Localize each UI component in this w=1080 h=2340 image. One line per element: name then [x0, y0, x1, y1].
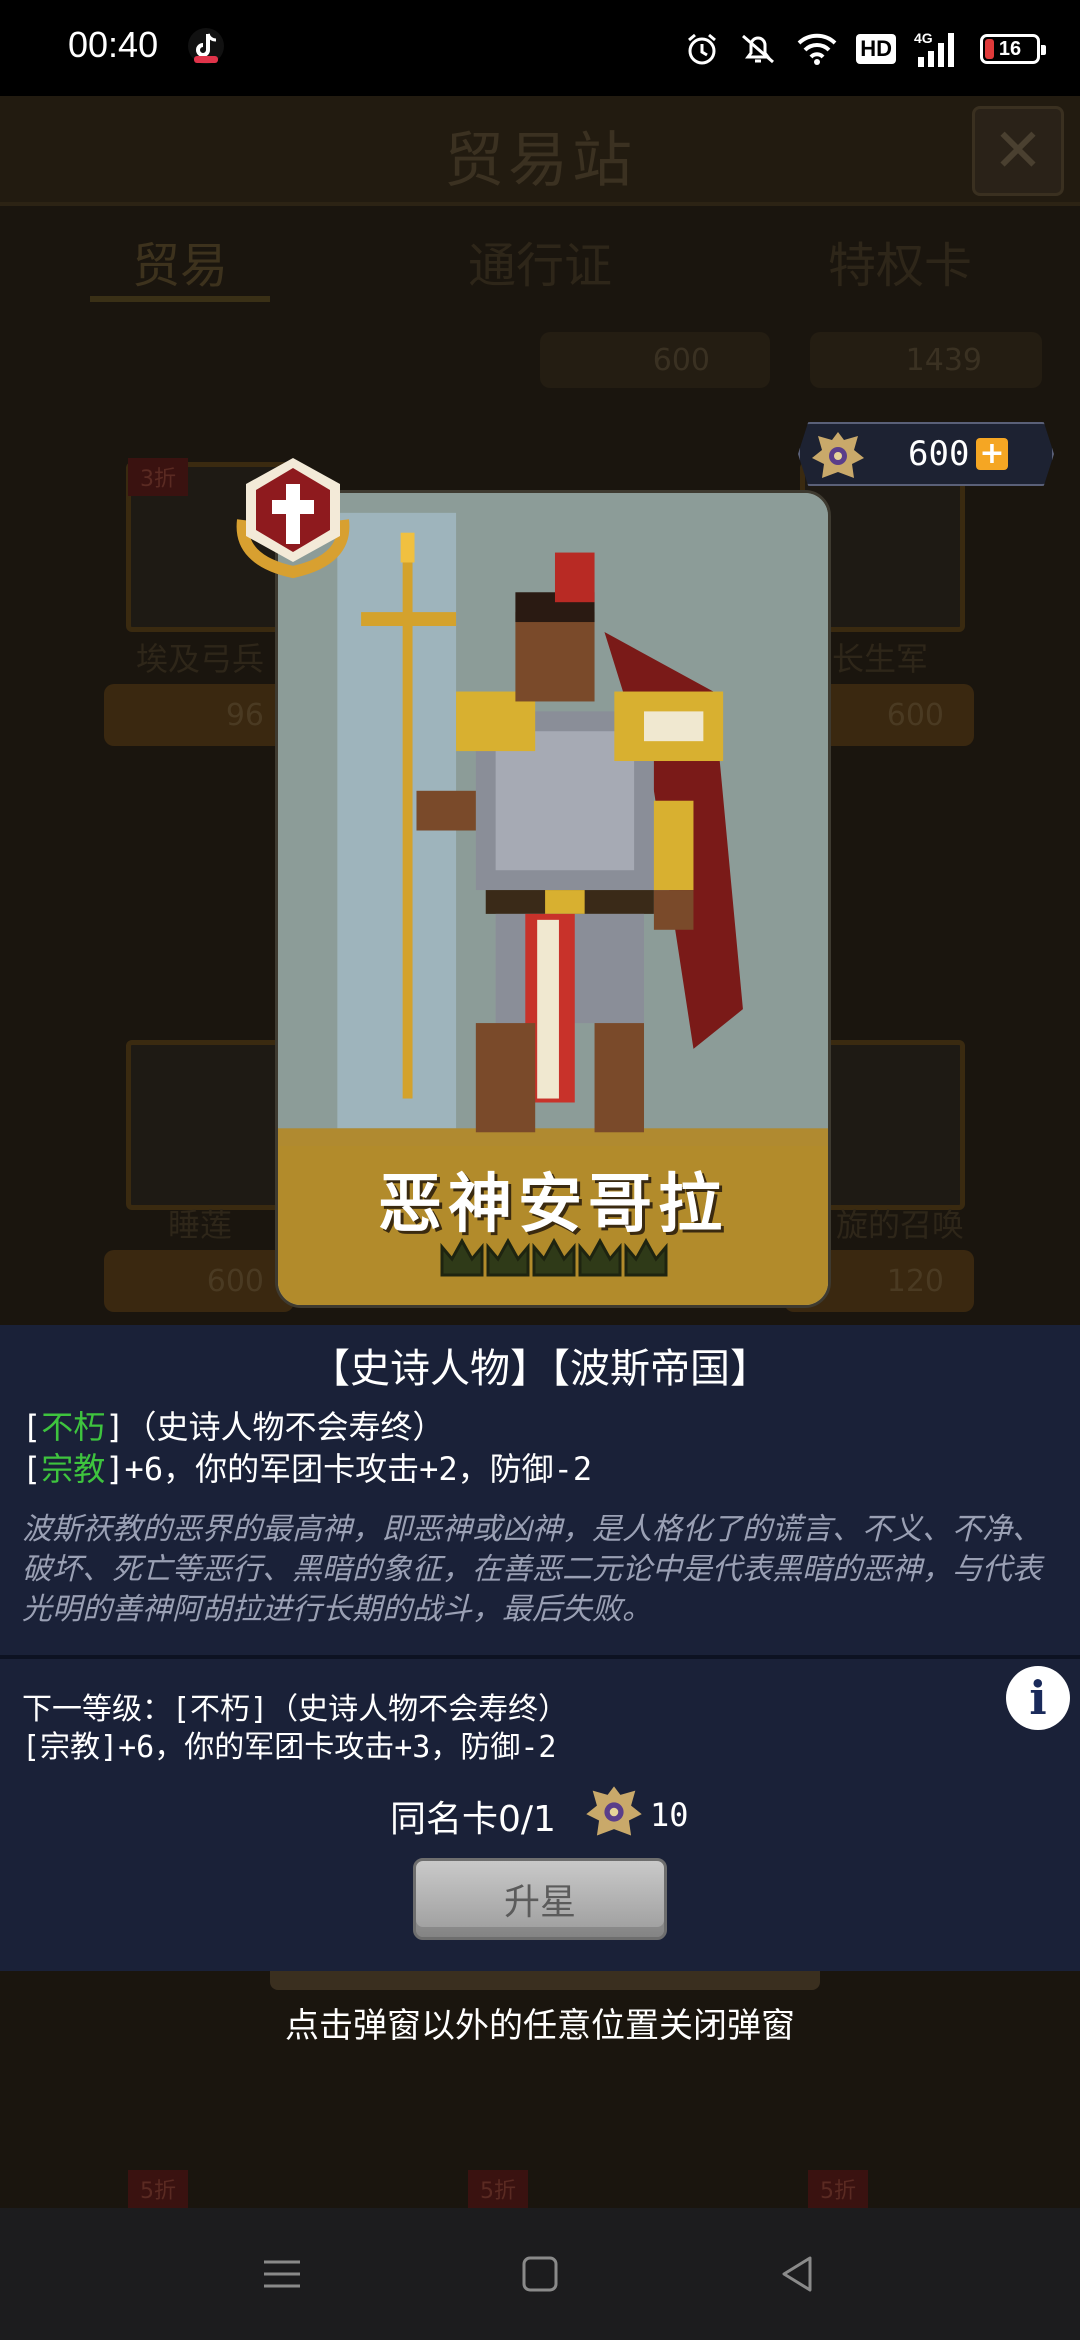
eagle-emblem-icon	[812, 432, 864, 478]
crown-star	[532, 1237, 576, 1277]
hero-category: 【史诗人物】【波斯帝国】	[310, 1346, 770, 1392]
battery-level: 16	[998, 37, 1022, 60]
bg-tab-trade: 贸易	[131, 238, 228, 294]
home-icon[interactable]	[516, 2250, 564, 2298]
bg-discount-badge: 5折	[128, 2170, 188, 2208]
crown-star	[624, 1237, 668, 1277]
crown-star	[486, 1237, 530, 1277]
eagle-emblem-icon	[586, 1786, 642, 1836]
attr-immortal: [不朽]（史诗人物不会寿终）	[22, 1408, 445, 1446]
close-hint: 点击弹窗以外的任意位置关闭弹窗	[285, 2006, 795, 2046]
bg-card	[126, 1040, 291, 1210]
nav-bar	[0, 2208, 1080, 2340]
bg-price: 600	[104, 1250, 294, 1312]
bg-tab-privilege: 特权卡	[827, 238, 972, 294]
alarm-icon	[688, 33, 717, 65]
bg-tabs: 贸易 通行证 特权卡	[0, 226, 1080, 316]
star-rating	[440, 1237, 668, 1277]
bg-header: 贸易站 ✕	[0, 96, 1080, 206]
battery-icon: 16	[980, 34, 1046, 64]
bg-discount-badge: 5折	[468, 2170, 528, 2208]
signal-icon: 4G	[914, 30, 954, 67]
bg-card-label: 睡莲	[167, 1206, 232, 1244]
crown-star	[578, 1237, 622, 1277]
currency-value: 600	[908, 434, 970, 474]
attr-religion: [宗教]+6，你的军团卡攻击+2，防御-2	[22, 1450, 593, 1488]
crown-star	[440, 1237, 484, 1277]
bg-price: 96	[104, 684, 294, 746]
plus-icon[interactable]: +	[976, 438, 1008, 470]
info-icon[interactable]: i	[1006, 1666, 1070, 1730]
status-bar: 00:40 HD 4G 16	[0, 0, 1080, 96]
back-icon[interactable]	[774, 2250, 822, 2298]
bg-discount-badge: 5折	[808, 2170, 868, 2208]
menu-icon[interactable]	[258, 2250, 306, 2298]
bg-title: 贸易站	[444, 126, 636, 196]
same-card-cost: 10	[650, 1796, 689, 1834]
bg-card-label: 埃及弓兵	[135, 640, 264, 678]
bg-currency-eagle: 600	[540, 332, 770, 388]
tiktok-icon	[188, 28, 224, 64]
faith-cross-badge-icon	[236, 458, 350, 579]
wifi-icon	[797, 33, 837, 65]
bg-currency-gem: 1439	[810, 332, 1042, 388]
attr-key-immortal: 不朽	[41, 1408, 106, 1446]
hero-card: 恶神安哥拉	[275, 490, 831, 1308]
hd-badge: HD	[856, 34, 896, 64]
same-card-label: 同名卡0/1	[390, 1799, 556, 1840]
next-level-line2: [宗教]+6，你的军团卡攻击+3，防御-2	[22, 1730, 557, 1765]
star-up-button[interactable]: 升星	[413, 1858, 667, 1940]
bg-tab-pass: 通行证	[467, 238, 612, 294]
mute-icon	[742, 34, 775, 64]
status-time: 00:40	[68, 24, 159, 65]
bg-discount-badge: 3折	[128, 458, 188, 496]
battery-fill	[985, 39, 994, 59]
hero-name: 恶神安哥拉	[378, 1168, 728, 1242]
attr-key-religion: 宗教	[41, 1450, 106, 1488]
bg-close-icon: ✕	[972, 106, 1064, 196]
hero-lore: 波斯祆教的恶界的最高神，即恶神或凶神，是人格化了的谎言、不义、不净、破坏、死亡等…	[22, 1512, 1042, 1627]
network-label: 4G	[914, 30, 933, 46]
bg-tab-underline	[90, 296, 270, 302]
currency-pill[interactable]: 600 +	[798, 422, 1054, 486]
